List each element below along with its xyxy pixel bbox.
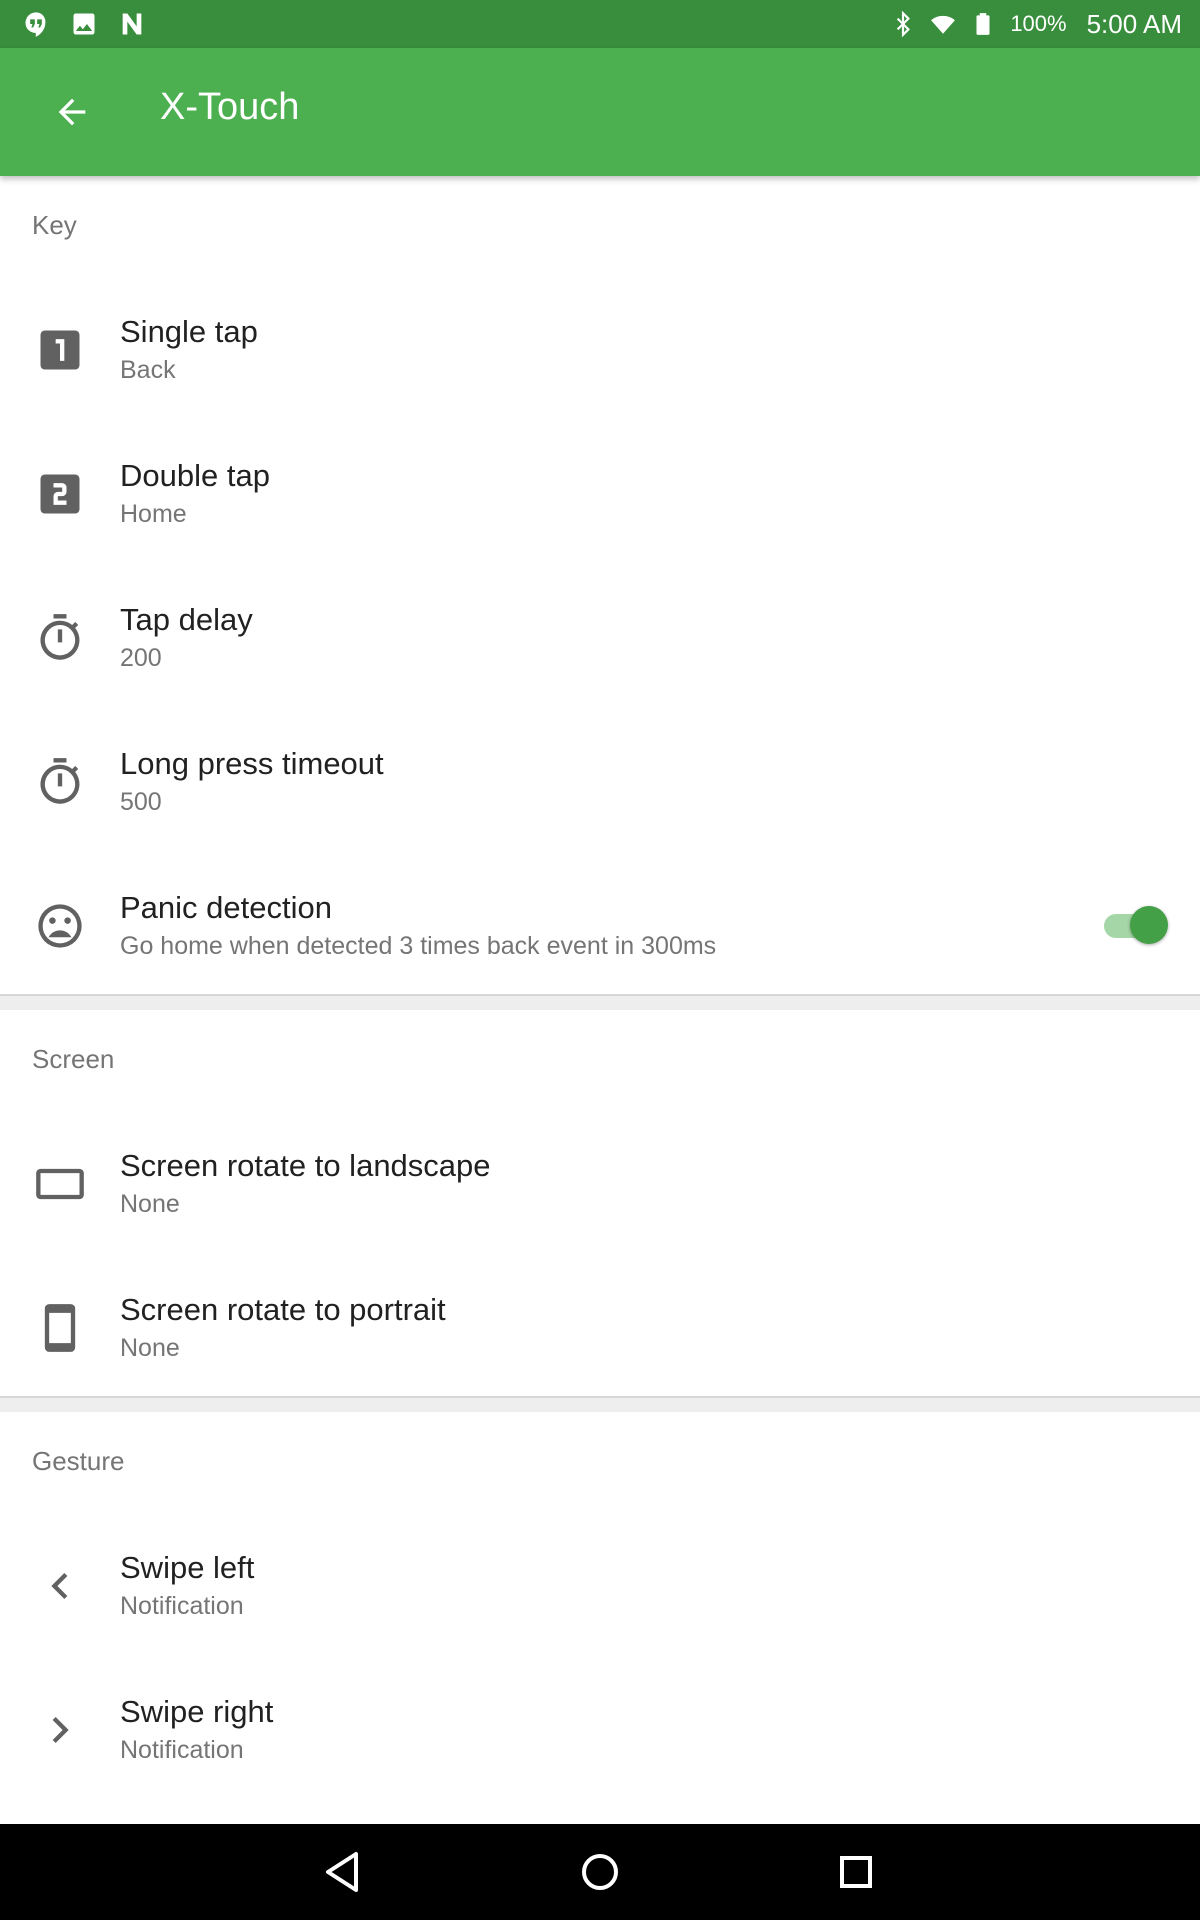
home-circle-icon: [582, 1854, 618, 1890]
looks-two-icon: [32, 466, 88, 522]
section-divider: [0, 994, 1200, 1010]
pref-summary: None: [120, 1334, 180, 1362]
status-bar: 100% 5:00 AM: [0, 0, 1200, 48]
pref-title: Panic detection: [120, 890, 332, 925]
pref-title: Single tap: [120, 314, 258, 349]
pref-title: Tap delay: [120, 602, 253, 637]
timer-icon: [32, 610, 88, 666]
pref-panic-detection[interactable]: Panic detection Go home when detected 3 …: [0, 850, 1200, 994]
pref-summary: Notification: [120, 1592, 244, 1620]
portrait-icon: [32, 1300, 88, 1356]
timer-icon: [32, 754, 88, 810]
nav-home-button[interactable]: [572, 1844, 628, 1900]
nav-recents-button[interactable]: [828, 1844, 884, 1900]
pref-swipe-left[interactable]: Swipe left Notification: [0, 1510, 1200, 1654]
pref-summary: 500: [120, 788, 162, 816]
pref-summary: Go home when detected 3 times back event…: [120, 932, 717, 960]
recents-square-icon: [840, 1856, 872, 1888]
back-button[interactable]: [44, 88, 100, 136]
arrow-back-icon: [58, 98, 86, 126]
landscape-icon: [32, 1156, 88, 1212]
pref-tap-delay[interactable]: Tap delay 200: [0, 562, 1200, 706]
page-title: X-Touch: [160, 86, 300, 128]
navigation-bar: [0, 1824, 1200, 1920]
nav-back-button[interactable]: [316, 1844, 372, 1900]
pref-title: Swipe left: [120, 1550, 255, 1585]
pref-summary: None: [120, 1190, 180, 1218]
bluetooth-icon: [897, 11, 911, 37]
wifi-icon: [931, 15, 956, 34]
battery-percent: 100%: [1010, 11, 1067, 36]
section-header-key: Key: [0, 176, 1200, 274]
pref-single-tap[interactable]: Single tap Back: [0, 274, 1200, 418]
n-logo-icon: [122, 13, 142, 35]
section-title: Screen: [32, 1044, 115, 1074]
section-title: Key: [32, 210, 77, 240]
pref-title: Swipe right: [120, 1694, 274, 1729]
back-triangle-icon: [326, 1852, 358, 1892]
chevron-left-icon: [32, 1558, 88, 1614]
pref-swipe-right[interactable]: Swipe right Notification: [0, 1654, 1200, 1798]
pref-screen-rotate-portrait[interactable]: Screen rotate to portrait None: [0, 1252, 1200, 1396]
toggle-thumb: [1130, 906, 1168, 944]
pref-title: Double tap: [120, 458, 270, 493]
app-bar: X-Touch: [0, 48, 1200, 176]
pref-double-tap[interactable]: Double tap Home: [0, 418, 1200, 562]
section-divider: [0, 1396, 1200, 1412]
looks-one-icon: [32, 322, 88, 378]
hangouts-icon: [25, 12, 46, 37]
section-header-screen: Screen: [0, 1010, 1200, 1108]
image-icon: [73, 13, 95, 35]
panic-detection-toggle[interactable]: [1100, 906, 1168, 944]
battery-icon: [976, 13, 990, 35]
pref-summary: Notification: [120, 1736, 244, 1764]
pref-summary: Back: [120, 356, 176, 384]
pref-title: Screen rotate to portrait: [120, 1292, 446, 1327]
chevron-right-icon: [32, 1702, 88, 1758]
pref-summary: 200: [120, 644, 162, 672]
pref-title: Long press timeout: [120, 746, 384, 781]
section-title: Gesture: [32, 1446, 125, 1476]
settings-list: Key Single tap Back Double tap Home Tap …: [0, 176, 1200, 1824]
pref-screen-rotate-landscape[interactable]: Screen rotate to landscape None: [0, 1108, 1200, 1252]
pref-long-press-timeout[interactable]: Long press timeout 500: [0, 706, 1200, 850]
pref-title: Screen rotate to landscape: [120, 1148, 491, 1183]
section-header-gesture: Gesture: [0, 1412, 1200, 1510]
clock: 5:00 AM: [1086, 8, 1182, 39]
pref-summary: Home: [120, 500, 187, 528]
sad-face-icon: [32, 898, 88, 954]
